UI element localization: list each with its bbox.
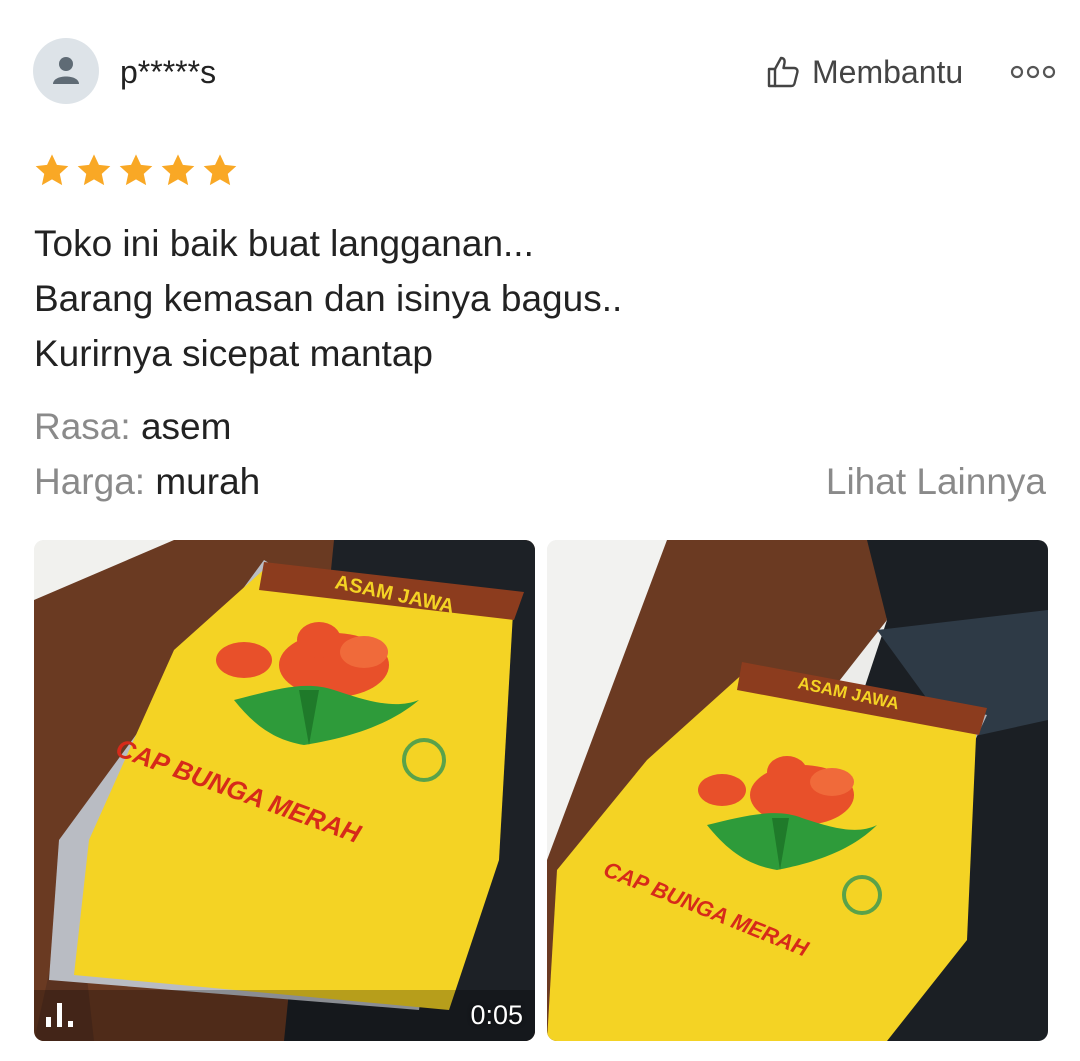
reviewer-name: p*****s: [120, 54, 217, 90]
more-dots-icon[interactable]: [1010, 62, 1056, 82]
see-more-link[interactable]: Lihat Lainnya: [826, 459, 1046, 505]
review-line: Toko ini baik buat langganan...: [34, 223, 534, 264]
star-icon: [77, 154, 111, 186]
review-photo-thumbnail[interactable]: ASAM JAWA CAP BUNGA MERAH: [547, 540, 1048, 1041]
review-video-thumbnail[interactable]: ASAM JAWA CAP BUNGA MERAH 0:05: [34, 540, 535, 1041]
review-card: p*****s Membantu Toko ini baik buat lang…: [0, 0, 1080, 1061]
star-icon: [161, 154, 195, 186]
video-bars-icon: [46, 1003, 73, 1027]
star-icon: [119, 154, 153, 186]
review-line: Kurirnya sicepat mantap: [34, 333, 433, 374]
review-text: Toko ini baik buat langganan... Barang k…: [34, 216, 622, 381]
attribute-rasa: Rasa: asem: [34, 404, 231, 450]
star-rating: [33, 152, 239, 190]
attribute-harga: Harga: murah: [34, 459, 260, 505]
product-photo: ASAM JAWA CAP BUNGA MERAH: [34, 540, 535, 1041]
video-duration: 0:05: [470, 1000, 523, 1030]
attribute-value: murah: [155, 461, 261, 502]
avatar[interactable]: [33, 38, 99, 104]
attribute-value: asem: [140, 406, 232, 447]
product-photo: ASAM JAWA CAP BUNGA MERAH: [547, 540, 1048, 1041]
review-line: Barang kemasan dan isinya bagus..: [34, 278, 623, 319]
helpful-button[interactable]: Membantu: [766, 50, 963, 94]
star-icon: [203, 154, 237, 186]
star-icon: [35, 154, 69, 186]
thumbs-up-icon: [767, 56, 799, 88]
attribute-label: Harga:: [34, 461, 146, 502]
helpful-label: Membantu: [812, 53, 964, 90]
user-icon: [53, 57, 79, 84]
attribute-label: Rasa:: [34, 406, 131, 447]
